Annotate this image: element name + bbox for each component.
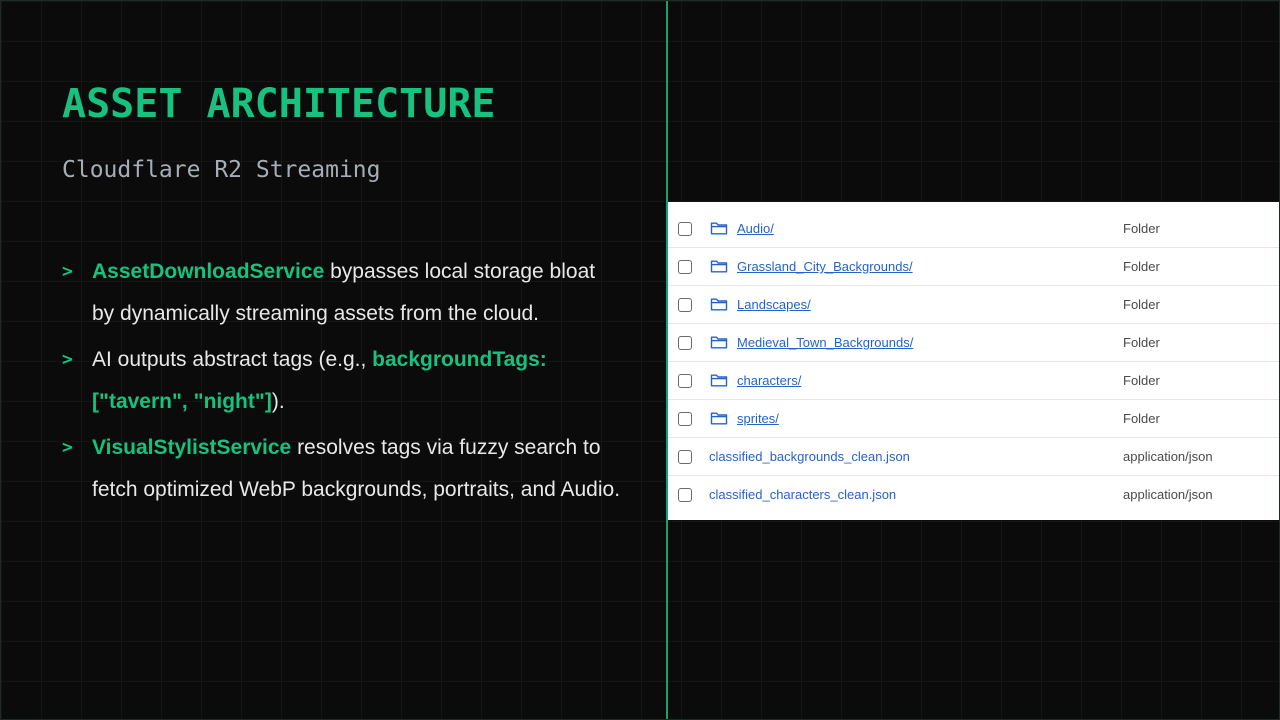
bullet-item: > AssetDownloadService bypasses local st… <box>62 251 622 335</box>
file-row[interactable]: Medieval_Town_Backgrounds/Folder <box>668 324 1279 362</box>
bullet-item: > AI outputs abstract tags (e.g., backgr… <box>62 339 622 423</box>
row-checkbox[interactable] <box>678 260 692 274</box>
file-type: application/json <box>1123 487 1213 502</box>
slide-subtitle: Cloudflare R2 Streaming <box>62 157 381 183</box>
folder-icon <box>710 258 728 274</box>
folder-icon <box>710 410 728 426</box>
row-checkbox[interactable] <box>678 412 692 426</box>
file-link[interactable]: classified_backgrounds_clean.json <box>709 449 910 464</box>
folder-link[interactable]: characters/ <box>737 373 801 388</box>
row-checkbox[interactable] <box>678 298 692 312</box>
file-type: application/json <box>1123 449 1213 464</box>
row-checkbox[interactable] <box>678 222 692 236</box>
bullet-text: ). <box>271 390 285 413</box>
chevron-right-icon: > <box>62 437 73 458</box>
folder-icon <box>710 334 728 350</box>
file-row[interactable]: Grassland_City_Backgrounds/Folder <box>668 248 1279 286</box>
chevron-right-icon: > <box>62 349 73 370</box>
file-row[interactable]: Audio/Folder <box>668 210 1279 248</box>
row-checkbox[interactable] <box>678 450 692 464</box>
folder-link[interactable]: Grassland_City_Backgrounds/ <box>737 259 913 274</box>
bullet-highlight: AssetDownloadService <box>92 260 325 283</box>
slide: ASSET ARCHITECTURE Cloudflare R2 Streami… <box>0 0 1280 720</box>
folder-link[interactable]: sprites/ <box>737 411 779 426</box>
slide-title: ASSET ARCHITECTURE <box>62 81 496 127</box>
file-row[interactable]: classified_characters_clean.json applicat… <box>668 476 1279 514</box>
file-browser-screenshot: Audio/Folder Grassland_City_Backgrounds/F… <box>668 202 1279 520</box>
folder-link[interactable]: Landscapes/ <box>737 297 811 312</box>
file-type: Folder <box>1123 411 1160 426</box>
file-link[interactable]: classified_characters_clean.json <box>709 487 896 502</box>
folder-link[interactable]: Audio/ <box>737 221 774 236</box>
file-row[interactable]: classified_backgrounds_clean.json applica… <box>668 438 1279 476</box>
file-row[interactable]: sprites/Folder <box>668 400 1279 438</box>
folder-icon <box>710 372 728 388</box>
bullet-list: > AssetDownloadService bypasses local st… <box>62 251 622 515</box>
bullet-highlight: VisualStylistService <box>92 436 292 459</box>
bullet-item: > VisualStylistService resolves tags via… <box>62 427 622 511</box>
folder-icon <box>710 220 728 236</box>
folder-link[interactable]: Medieval_Town_Backgrounds/ <box>737 335 913 350</box>
file-row[interactable]: characters/Folder <box>668 362 1279 400</box>
chevron-right-icon: > <box>62 261 73 282</box>
bullet-text: AI outputs abstract tags (e.g., <box>92 348 373 371</box>
file-row[interactable]: Landscapes/Folder <box>668 286 1279 324</box>
row-checkbox[interactable] <box>678 488 692 502</box>
folder-icon <box>710 296 728 312</box>
file-type: Folder <box>1123 373 1160 388</box>
row-checkbox[interactable] <box>678 374 692 388</box>
file-type: Folder <box>1123 221 1160 236</box>
file-type: Folder <box>1123 259 1160 274</box>
row-checkbox[interactable] <box>678 336 692 350</box>
file-type: Folder <box>1123 297 1160 312</box>
file-type: Folder <box>1123 335 1160 350</box>
